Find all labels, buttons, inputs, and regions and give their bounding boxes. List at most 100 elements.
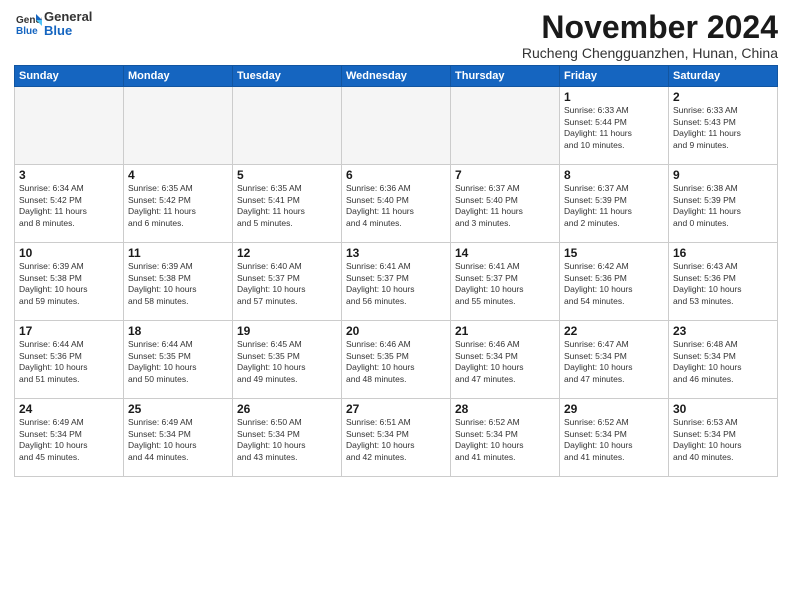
day-info: Sunrise: 6:38 AM Sunset: 5:39 PM Dayligh… [673, 183, 773, 229]
day-info: Sunrise: 6:44 AM Sunset: 5:36 PM Dayligh… [19, 339, 119, 385]
calendar-cell: 16Sunrise: 6:43 AM Sunset: 5:36 PM Dayli… [669, 243, 778, 321]
day-info: Sunrise: 6:46 AM Sunset: 5:34 PM Dayligh… [455, 339, 555, 385]
day-number: 15 [564, 246, 664, 260]
day-number: 22 [564, 324, 664, 338]
calendar-cell [124, 87, 233, 165]
day-number: 25 [128, 402, 228, 416]
day-number: 4 [128, 168, 228, 182]
calendar-cell: 26Sunrise: 6:50 AM Sunset: 5:34 PM Dayli… [233, 399, 342, 477]
day-info: Sunrise: 6:43 AM Sunset: 5:36 PM Dayligh… [673, 261, 773, 307]
calendar-week-1: 1Sunrise: 6:33 AM Sunset: 5:44 PM Daylig… [15, 87, 778, 165]
calendar-cell: 3Sunrise: 6:34 AM Sunset: 5:42 PM Daylig… [15, 165, 124, 243]
day-info: Sunrise: 6:34 AM Sunset: 5:42 PM Dayligh… [19, 183, 119, 229]
calendar-cell: 4Sunrise: 6:35 AM Sunset: 5:42 PM Daylig… [124, 165, 233, 243]
day-number: 9 [673, 168, 773, 182]
day-info: Sunrise: 6:52 AM Sunset: 5:34 PM Dayligh… [455, 417, 555, 463]
day-info: Sunrise: 6:49 AM Sunset: 5:34 PM Dayligh… [128, 417, 228, 463]
day-number: 17 [19, 324, 119, 338]
day-info: Sunrise: 6:53 AM Sunset: 5:34 PM Dayligh… [673, 417, 773, 463]
calendar-cell: 1Sunrise: 6:33 AM Sunset: 5:44 PM Daylig… [560, 87, 669, 165]
day-info: Sunrise: 6:35 AM Sunset: 5:41 PM Dayligh… [237, 183, 337, 229]
calendar-cell [342, 87, 451, 165]
day-info: Sunrise: 6:35 AM Sunset: 5:42 PM Dayligh… [128, 183, 228, 229]
calendar-cell: 11Sunrise: 6:39 AM Sunset: 5:38 PM Dayli… [124, 243, 233, 321]
day-number: 29 [564, 402, 664, 416]
day-info: Sunrise: 6:46 AM Sunset: 5:35 PM Dayligh… [346, 339, 446, 385]
calendar-header: Sunday Monday Tuesday Wednesday Thursday… [15, 66, 778, 87]
day-number: 2 [673, 90, 773, 104]
calendar-cell: 9Sunrise: 6:38 AM Sunset: 5:39 PM Daylig… [669, 165, 778, 243]
calendar-cell: 27Sunrise: 6:51 AM Sunset: 5:34 PM Dayli… [342, 399, 451, 477]
calendar-cell: 24Sunrise: 6:49 AM Sunset: 5:34 PM Dayli… [15, 399, 124, 477]
day-number: 20 [346, 324, 446, 338]
logo: General Blue General Blue [14, 10, 92, 39]
header-monday: Monday [124, 66, 233, 87]
header-tuesday: Tuesday [233, 66, 342, 87]
calendar-cell [233, 87, 342, 165]
day-info: Sunrise: 6:37 AM Sunset: 5:40 PM Dayligh… [455, 183, 555, 229]
day-info: Sunrise: 6:50 AM Sunset: 5:34 PM Dayligh… [237, 417, 337, 463]
day-info: Sunrise: 6:39 AM Sunset: 5:38 PM Dayligh… [128, 261, 228, 307]
day-info: Sunrise: 6:42 AM Sunset: 5:36 PM Dayligh… [564, 261, 664, 307]
header-friday: Friday [560, 66, 669, 87]
days-of-week-row: Sunday Monday Tuesday Wednesday Thursday… [15, 66, 778, 87]
day-number: 23 [673, 324, 773, 338]
calendar-cell: 20Sunrise: 6:46 AM Sunset: 5:35 PM Dayli… [342, 321, 451, 399]
month-title: November 2024 [522, 10, 778, 45]
calendar-cell: 10Sunrise: 6:39 AM Sunset: 5:38 PM Dayli… [15, 243, 124, 321]
day-number: 11 [128, 246, 228, 260]
calendar-cell [15, 87, 124, 165]
calendar-cell: 13Sunrise: 6:41 AM Sunset: 5:37 PM Dayli… [342, 243, 451, 321]
calendar-cell: 15Sunrise: 6:42 AM Sunset: 5:36 PM Dayli… [560, 243, 669, 321]
day-info: Sunrise: 6:51 AM Sunset: 5:34 PM Dayligh… [346, 417, 446, 463]
header: General Blue General Blue November 2024 … [14, 10, 778, 61]
calendar-cell: 22Sunrise: 6:47 AM Sunset: 5:34 PM Dayli… [560, 321, 669, 399]
calendar-cell: 14Sunrise: 6:41 AM Sunset: 5:37 PM Dayli… [451, 243, 560, 321]
calendar-week-3: 10Sunrise: 6:39 AM Sunset: 5:38 PM Dayli… [15, 243, 778, 321]
location-title: Rucheng Chengguanzhen, Hunan, China [522, 45, 778, 61]
calendar-cell: 12Sunrise: 6:40 AM Sunset: 5:37 PM Dayli… [233, 243, 342, 321]
day-number: 16 [673, 246, 773, 260]
calendar-cell: 18Sunrise: 6:44 AM Sunset: 5:35 PM Dayli… [124, 321, 233, 399]
calendar-cell: 28Sunrise: 6:52 AM Sunset: 5:34 PM Dayli… [451, 399, 560, 477]
calendar-cell: 2Sunrise: 6:33 AM Sunset: 5:43 PM Daylig… [669, 87, 778, 165]
day-number: 12 [237, 246, 337, 260]
day-info: Sunrise: 6:36 AM Sunset: 5:40 PM Dayligh… [346, 183, 446, 229]
day-info: Sunrise: 6:49 AM Sunset: 5:34 PM Dayligh… [19, 417, 119, 463]
calendar-week-4: 17Sunrise: 6:44 AM Sunset: 5:36 PM Dayli… [15, 321, 778, 399]
logo-icon: General Blue [14, 10, 42, 38]
day-number: 6 [346, 168, 446, 182]
day-info: Sunrise: 6:39 AM Sunset: 5:38 PM Dayligh… [19, 261, 119, 307]
day-number: 1 [564, 90, 664, 104]
day-info: Sunrise: 6:41 AM Sunset: 5:37 PM Dayligh… [455, 261, 555, 307]
header-wednesday: Wednesday [342, 66, 451, 87]
day-info: Sunrise: 6:33 AM Sunset: 5:44 PM Dayligh… [564, 105, 664, 151]
calendar-cell: 29Sunrise: 6:52 AM Sunset: 5:34 PM Dayli… [560, 399, 669, 477]
day-info: Sunrise: 6:37 AM Sunset: 5:39 PM Dayligh… [564, 183, 664, 229]
calendar-cell: 17Sunrise: 6:44 AM Sunset: 5:36 PM Dayli… [15, 321, 124, 399]
day-number: 27 [346, 402, 446, 416]
header-sunday: Sunday [15, 66, 124, 87]
day-info: Sunrise: 6:52 AM Sunset: 5:34 PM Dayligh… [564, 417, 664, 463]
day-number: 21 [455, 324, 555, 338]
calendar-cell: 8Sunrise: 6:37 AM Sunset: 5:39 PM Daylig… [560, 165, 669, 243]
day-number: 14 [455, 246, 555, 260]
calendar-cell: 30Sunrise: 6:53 AM Sunset: 5:34 PM Dayli… [669, 399, 778, 477]
day-info: Sunrise: 6:33 AM Sunset: 5:43 PM Dayligh… [673, 105, 773, 151]
logo-blue: Blue [44, 24, 92, 38]
calendar-cell: 23Sunrise: 6:48 AM Sunset: 5:34 PM Dayli… [669, 321, 778, 399]
header-saturday: Saturday [669, 66, 778, 87]
day-number: 7 [455, 168, 555, 182]
calendar-cell: 6Sunrise: 6:36 AM Sunset: 5:40 PM Daylig… [342, 165, 451, 243]
page-container: General Blue General Blue November 2024 … [0, 0, 792, 485]
day-number: 8 [564, 168, 664, 182]
calendar-body: 1Sunrise: 6:33 AM Sunset: 5:44 PM Daylig… [15, 87, 778, 477]
day-number: 5 [237, 168, 337, 182]
day-info: Sunrise: 6:44 AM Sunset: 5:35 PM Dayligh… [128, 339, 228, 385]
day-info: Sunrise: 6:47 AM Sunset: 5:34 PM Dayligh… [564, 339, 664, 385]
day-number: 19 [237, 324, 337, 338]
header-thursday: Thursday [451, 66, 560, 87]
day-info: Sunrise: 6:40 AM Sunset: 5:37 PM Dayligh… [237, 261, 337, 307]
calendar-week-2: 3Sunrise: 6:34 AM Sunset: 5:42 PM Daylig… [15, 165, 778, 243]
calendar-cell [451, 87, 560, 165]
